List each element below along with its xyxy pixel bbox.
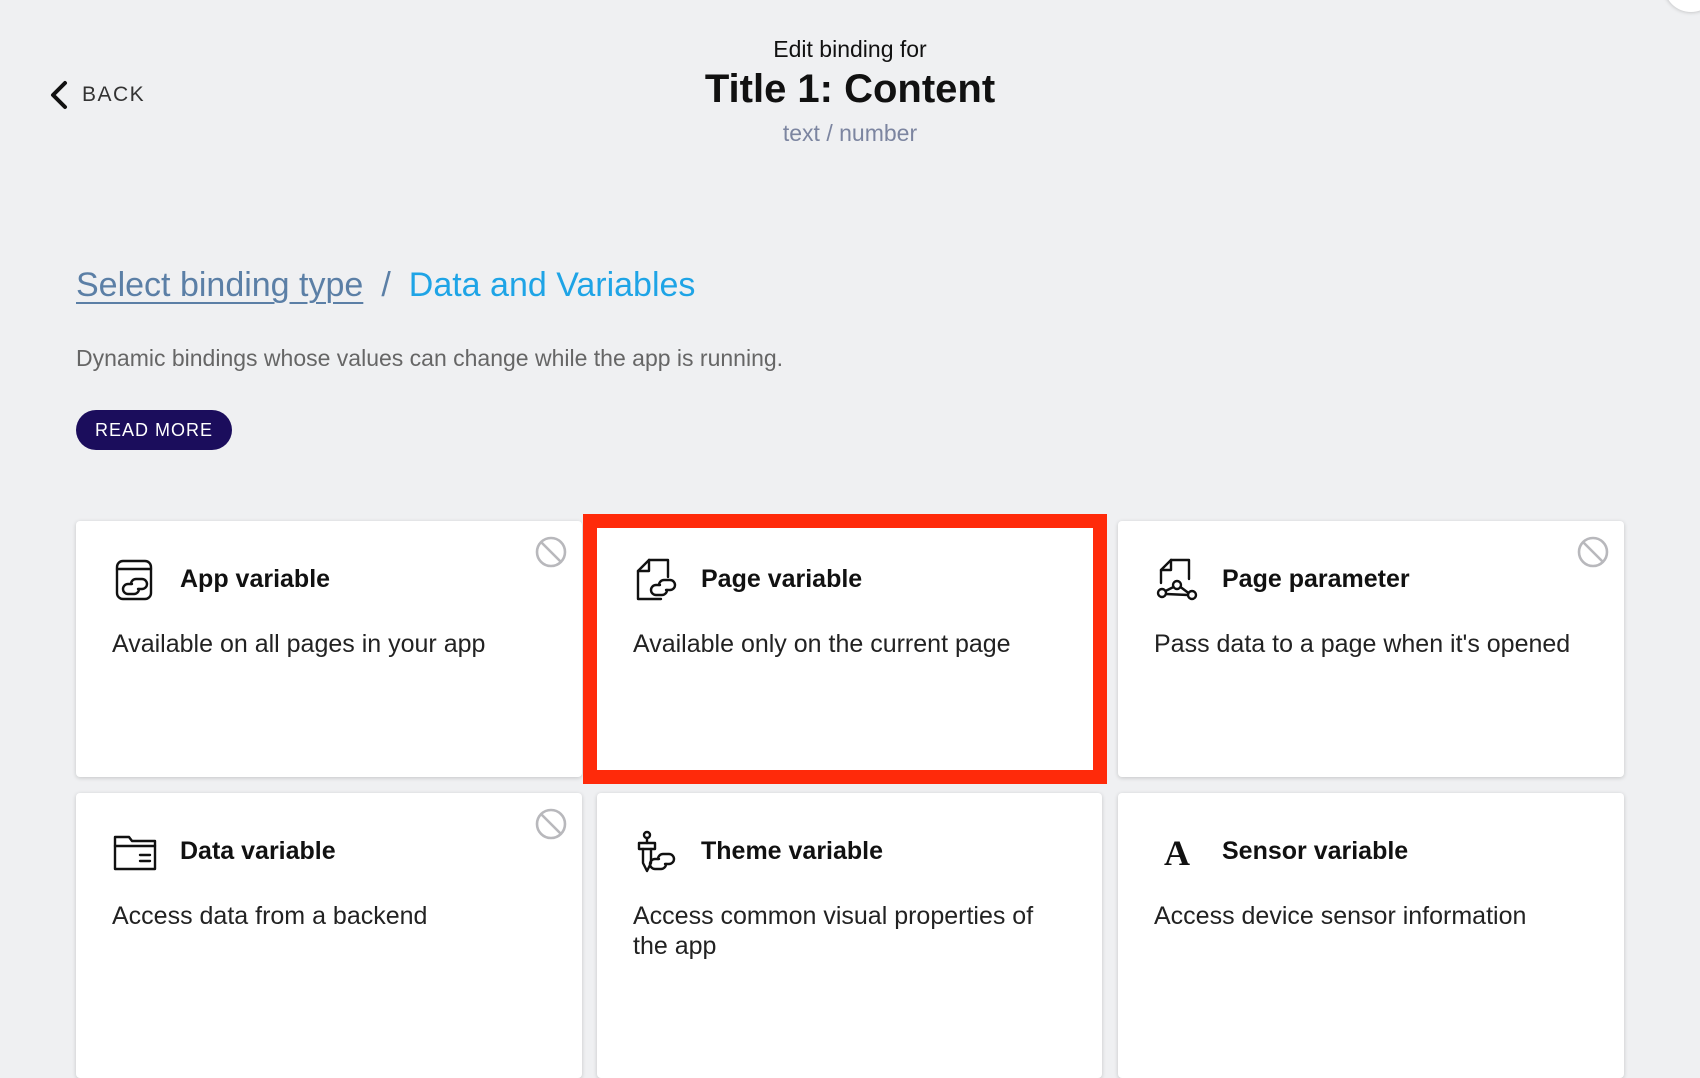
breadcrumb-separator: / (381, 266, 391, 304)
card-description: Access device sensor information (1154, 902, 1527, 930)
sensor-variable-icon: A (1154, 829, 1200, 875)
card-description: Pass data to a page when it's opened (1154, 630, 1571, 658)
breadcrumb: Select binding type / Data and Variables (76, 266, 695, 305)
breadcrumb-select-binding-type[interactable]: Select binding type (76, 266, 363, 305)
svg-text:A: A (1164, 833, 1190, 873)
page-title: Title 1: Content (704, 67, 996, 111)
breadcrumb-current: Data and Variables (408, 266, 696, 304)
card-title: Theme variable (701, 837, 884, 865)
card-title: App variable (180, 565, 331, 593)
theme-variable-icon (633, 829, 679, 875)
card-page-parameter[interactable]: Page parameter Pass data to a page when … (1118, 521, 1624, 777)
card-app-variable[interactable]: App variable Available on all pages in y… (76, 521, 582, 777)
card-title: Sensor variable (1222, 837, 1409, 865)
page-subtitle: text / number (782, 120, 918, 146)
disabled-icon (1576, 535, 1610, 569)
corner-close-button[interactable] (1664, 0, 1700, 12)
card-description: Available on all pages in your app (112, 630, 486, 658)
card-description: Available only on the current page (633, 630, 1011, 658)
page-variable-icon (633, 557, 679, 603)
disabled-icon (534, 807, 568, 841)
page-header: Edit binding for Title 1: Content text /… (0, 36, 1700, 147)
card-data-variable[interactable]: Data variable Access data from a backend (76, 793, 582, 1078)
card-title: Data variable (180, 837, 336, 865)
card-description: Access common visual properties of the a… (633, 902, 1034, 960)
card-sensor-variable[interactable]: A Sensor variable Access device sensor i… (1118, 793, 1624, 1078)
card-description: Access data from a backend (112, 902, 428, 930)
read-more-button[interactable]: READ MORE (76, 410, 232, 450)
card-title: Page parameter (1222, 565, 1410, 593)
data-variable-icon (112, 829, 158, 875)
section-description: Dynamic bindings whose values can change… (76, 345, 784, 371)
card-title: Page variable (701, 565, 863, 593)
card-theme-variable[interactable]: Theme variable Access common visual prop… (597, 793, 1102, 1078)
card-page-variable[interactable]: Page variable Available only on the curr… (597, 521, 1102, 777)
header-kicker: Edit binding for (773, 36, 927, 62)
disabled-icon (534, 535, 568, 569)
page-parameter-icon (1154, 557, 1200, 603)
app-variable-icon (112, 557, 158, 603)
